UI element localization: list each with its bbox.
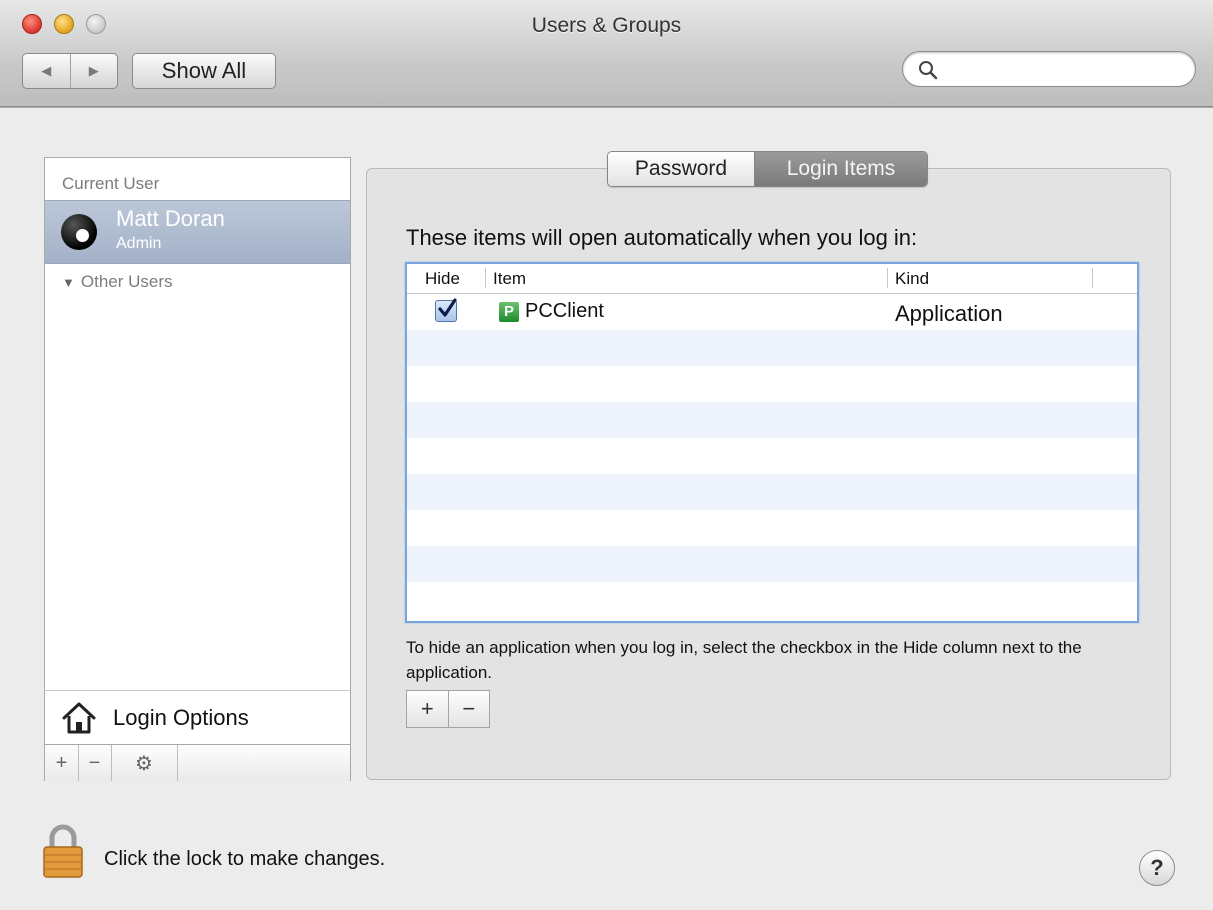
- table-row-empty: [407, 510, 1137, 546]
- users-sidebar: Current User Matt Doran Admin ▼ Other Use…: [44, 157, 351, 781]
- column-header-hide[interactable]: Hide: [425, 269, 460, 289]
- other-users-group[interactable]: ▼ Other Users: [62, 272, 173, 292]
- item-name: PCClient: [525, 300, 604, 322]
- column-divider[interactable]: [1092, 268, 1093, 288]
- tab-password[interactable]: Password: [608, 152, 755, 186]
- other-users-label: Other Users: [80, 272, 173, 291]
- table-row-empty: [407, 546, 1137, 582]
- help-button[interactable]: ?: [1139, 850, 1175, 886]
- action-gear-button[interactable]: ⚙: [111, 745, 178, 781]
- show-all-button[interactable]: Show All: [132, 53, 276, 89]
- table-row-empty: [407, 582, 1137, 618]
- sidebar-item-current-user[interactable]: Matt Doran Admin: [45, 200, 350, 264]
- table-row-empty: [407, 366, 1137, 402]
- add-login-item-button[interactable]: +: [407, 691, 449, 727]
- user-name: Matt Doran: [116, 206, 225, 231]
- table-row-empty: [407, 330, 1137, 366]
- current-user-header: Current User: [62, 174, 160, 193]
- hide-hint-text: To hide an application when you log in, …: [406, 638, 1082, 682]
- window-title: Users & Groups: [531, 14, 682, 37]
- login-options-label: Login Options: [113, 705, 249, 730]
- item-kind: Application: [895, 301, 1003, 326]
- forward-button[interactable]: ▶: [71, 54, 118, 88]
- tab-login-items[interactable]: Login Items: [755, 152, 927, 186]
- column-divider[interactable]: [485, 268, 486, 288]
- lock-icon[interactable]: [42, 824, 84, 878]
- search-icon: [919, 61, 938, 80]
- login-options-item[interactable]: Login Options: [45, 690, 350, 745]
- table-body: P PCClient Application: [407, 294, 1137, 618]
- table-row-empty: [407, 438, 1137, 474]
- user-role: Admin: [116, 235, 162, 252]
- column-divider[interactable]: [887, 268, 888, 288]
- column-header-item[interactable]: Item: [493, 269, 526, 289]
- window-toolbar: Users & Groups ◀ ▶ Show All: [0, 0, 1213, 107]
- table-row-empty: [407, 402, 1137, 438]
- table-header: Hide Item Kind: [407, 264, 1137, 294]
- column-header-kind[interactable]: Kind: [895, 269, 929, 289]
- house-icon: [62, 702, 96, 734]
- add-user-button[interactable]: +: [45, 745, 79, 781]
- hide-checkbox[interactable]: [435, 298, 457, 322]
- checkmark-icon: [438, 298, 457, 317]
- tab-bar: Password Login Items: [607, 151, 928, 187]
- remove-login-item-button[interactable]: −: [449, 691, 490, 727]
- table-row[interactable]: P PCClient Application: [407, 294, 1137, 330]
- login-items-table[interactable]: Hide Item Kind P PCClient Application: [405, 262, 1139, 623]
- search-field[interactable]: [902, 51, 1196, 87]
- pcclient-app-icon: P: [499, 302, 519, 322]
- back-button[interactable]: ◀: [23, 54, 71, 88]
- gear-icon: ⚙: [135, 752, 153, 775]
- sidebar-button-bar: + − ⚙: [45, 744, 350, 781]
- back-forward-control: ◀ ▶: [22, 53, 118, 89]
- table-row-empty: [407, 474, 1137, 510]
- login-items-heading: These items will open automatically when…: [406, 225, 918, 250]
- avatar: [61, 214, 97, 250]
- remove-user-button[interactable]: −: [78, 745, 112, 781]
- add-remove-items-control: + −: [406, 690, 490, 728]
- lock-status-text: Click the lock to make changes.: [104, 848, 386, 870]
- disclosure-triangle-icon[interactable]: ▼: [62, 275, 75, 290]
